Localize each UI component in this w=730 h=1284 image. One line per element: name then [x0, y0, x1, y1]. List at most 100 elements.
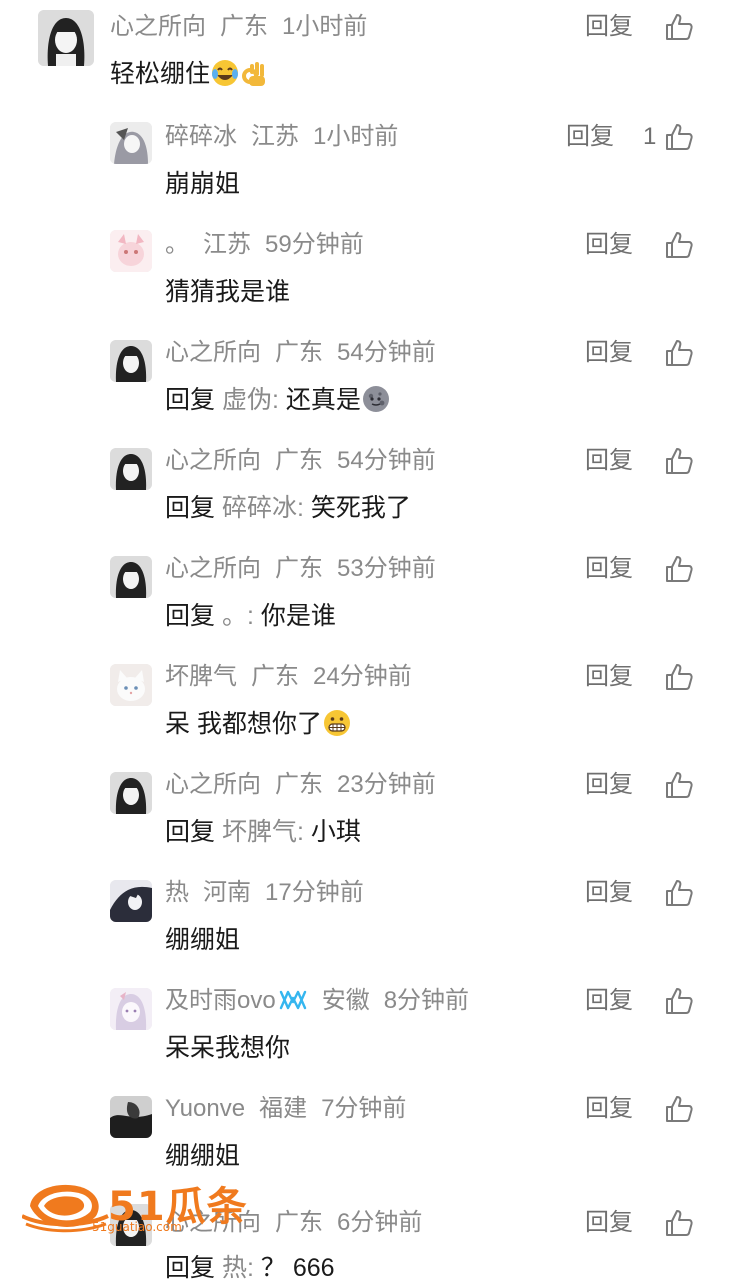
comment-text: 呆 我都想你了: [165, 708, 351, 740]
comment-body: 轻松绷住: [110, 60, 211, 88]
timestamp: 17分钟前: [265, 879, 364, 906]
thumbs-up-icon[interactable]: [664, 770, 694, 800]
mention-username[interactable]: 碎碎冰:: [222, 494, 304, 522]
comment-meta: 。江苏 59分钟前: [165, 230, 364, 260]
reply-button[interactable]: 回复: [585, 1094, 633, 1124]
user-avatar[interactable]: [110, 1204, 152, 1246]
username[interactable]: 心之所向: [165, 339, 261, 366]
comment-text: 呆呆我想你: [165, 1032, 290, 1064]
thumbs-up-icon[interactable]: [664, 878, 694, 908]
reply-item: 心之所向 广东 54分钟前 回复 虚伪: 还真是 回复: [0, 326, 730, 434]
comment-body: 崩崩姐: [165, 170, 241, 198]
laugh-cry-emoji: [212, 60, 239, 86]
infinity-badge-icon: [279, 990, 306, 1010]
mention-username[interactable]: 热:: [222, 1254, 254, 1282]
user-avatar[interactable]: [110, 448, 152, 490]
username[interactable]: 心之所向: [165, 771, 261, 798]
thumbs-up-icon[interactable]: [664, 554, 694, 584]
new-moon-face-emoji: [362, 386, 389, 412]
timestamp: 54分钟前: [337, 339, 436, 366]
mention-username[interactable]: 虚伪:: [222, 386, 279, 414]
grimace-emoji: [323, 710, 350, 736]
user-avatar[interactable]: [110, 1096, 152, 1138]
comment-meta: 坏脾气 广东 24分钟前: [165, 662, 412, 692]
user-avatar[interactable]: [110, 880, 152, 922]
thumbs-up-icon[interactable]: [664, 1094, 694, 1124]
location: 广东: [275, 555, 323, 582]
reply-item: 。江苏 59分钟前 猜猜我是谁 回复: [0, 218, 730, 326]
reply-item: 热河南 17分钟前 绷绷姐 回复: [0, 866, 730, 974]
reply-item: 心之所向 广东 53分钟前 回复 。: 你是谁 回复: [0, 542, 730, 650]
reply-prefix: 回复: [165, 602, 216, 630]
comment-meta: 热河南 17分钟前: [165, 878, 364, 908]
reply-item: 心之所向 广东 23分钟前 回复 坏脾气: 小琪 回复: [0, 758, 730, 866]
user-avatar[interactable]: [110, 230, 152, 272]
reply-button[interactable]: 回复: [585, 446, 633, 476]
comment-body: 小琪: [310, 818, 361, 846]
comment-meta: 心之所向 广东 1小时前: [110, 12, 367, 42]
username[interactable]: 热: [165, 879, 189, 906]
comment-text: 回复 碎碎冰: 笑死我了: [165, 492, 411, 524]
user-avatar[interactable]: [110, 122, 152, 164]
thumbs-up-icon[interactable]: [664, 986, 694, 1016]
comment-text: 轻松绷住: [110, 58, 268, 90]
comment-text: 猜猜我是谁: [165, 276, 290, 308]
user-avatar[interactable]: [110, 988, 152, 1030]
reply-item: 心之所向 广东 6分钟前 回复 热: ？ 666 回复: [0, 1190, 730, 1282]
thumbs-up-icon[interactable]: [664, 230, 694, 260]
reply-button[interactable]: 回复: [585, 662, 633, 692]
comment-meta: Yuonve 福建 7分钟前: [165, 1094, 406, 1124]
reply-button[interactable]: 回复: [566, 122, 614, 152]
comment-text: 崩崩姐: [165, 168, 240, 200]
reply-button[interactable]: 回复: [585, 878, 633, 908]
thumbs-up-icon[interactable]: [664, 122, 694, 152]
reply-item: 及时雨ovo 安徽 8分钟前 呆呆我想你 回复: [0, 974, 730, 1082]
timestamp: 54分钟前: [337, 447, 436, 474]
user-avatar[interactable]: [38, 10, 94, 66]
comment-meta: 及时雨ovo 安徽 8分钟前: [165, 986, 469, 1016]
reply-button[interactable]: 回复: [585, 338, 633, 368]
reply-button[interactable]: 回复: [585, 770, 633, 800]
thumbs-up-icon[interactable]: [664, 1208, 694, 1238]
comment-text: 回复 热: ？ 666: [165, 1252, 335, 1284]
thumbs-up-icon[interactable]: [664, 662, 694, 692]
username[interactable]: 及时雨ovo: [165, 987, 276, 1014]
comment-body: 绷绷姐: [165, 1142, 241, 1170]
thumbs-up-icon[interactable]: [664, 446, 694, 476]
reply-button[interactable]: 回复: [585, 12, 633, 42]
username[interactable]: 心之所向: [165, 447, 261, 474]
reply-button[interactable]: 回复: [585, 554, 633, 584]
username[interactable]: 碎碎冰: [165, 123, 237, 150]
username[interactable]: 坏脾气: [165, 663, 237, 690]
reply-item: 心之所向 广东 54分钟前 回复 碎碎冰: 笑死我了 回复: [0, 434, 730, 542]
user-avatar[interactable]: [110, 664, 152, 706]
timestamp: 23分钟前: [337, 771, 436, 798]
reply-button[interactable]: 回复: [585, 986, 633, 1016]
reply-button[interactable]: 回复: [585, 230, 633, 260]
location: 安徽: [321, 987, 370, 1014]
reply-prefix: 回复: [165, 494, 216, 522]
user-avatar[interactable]: [110, 340, 152, 382]
user-avatar[interactable]: [110, 556, 152, 598]
comment-body: 呆 我都想你了: [165, 710, 322, 738]
location: 江苏: [251, 123, 299, 150]
username[interactable]: 心之所向: [165, 555, 261, 582]
username[interactable]: Yuonve: [165, 1095, 245, 1122]
username[interactable]: 。: [165, 231, 189, 258]
user-avatar[interactable]: [110, 772, 152, 814]
username[interactable]: 心之所向: [165, 1209, 261, 1236]
comment-text: 绷绷姐: [165, 1140, 240, 1172]
comment-text: 回复 。: 你是谁: [165, 600, 336, 632]
comment-text: 回复 虚伪: 还真是: [165, 384, 390, 416]
reply-button[interactable]: 回复: [585, 1208, 633, 1238]
mention-username[interactable]: 。:: [222, 602, 254, 630]
location: 广东: [275, 771, 323, 798]
thumbs-up-icon[interactable]: [664, 12, 694, 42]
timestamp: 7分钟前: [321, 1095, 407, 1122]
username[interactable]: 心之所向: [110, 13, 206, 40]
comment-body: 你是谁: [260, 602, 336, 630]
thumbs-up-icon[interactable]: [664, 338, 694, 368]
comment-text: 绷绷姐: [165, 924, 240, 956]
mention-username[interactable]: 坏脾气:: [222, 818, 304, 846]
reply-item: 碎碎冰 江苏 1小时前 崩崩姐 回复 1: [0, 110, 730, 218]
